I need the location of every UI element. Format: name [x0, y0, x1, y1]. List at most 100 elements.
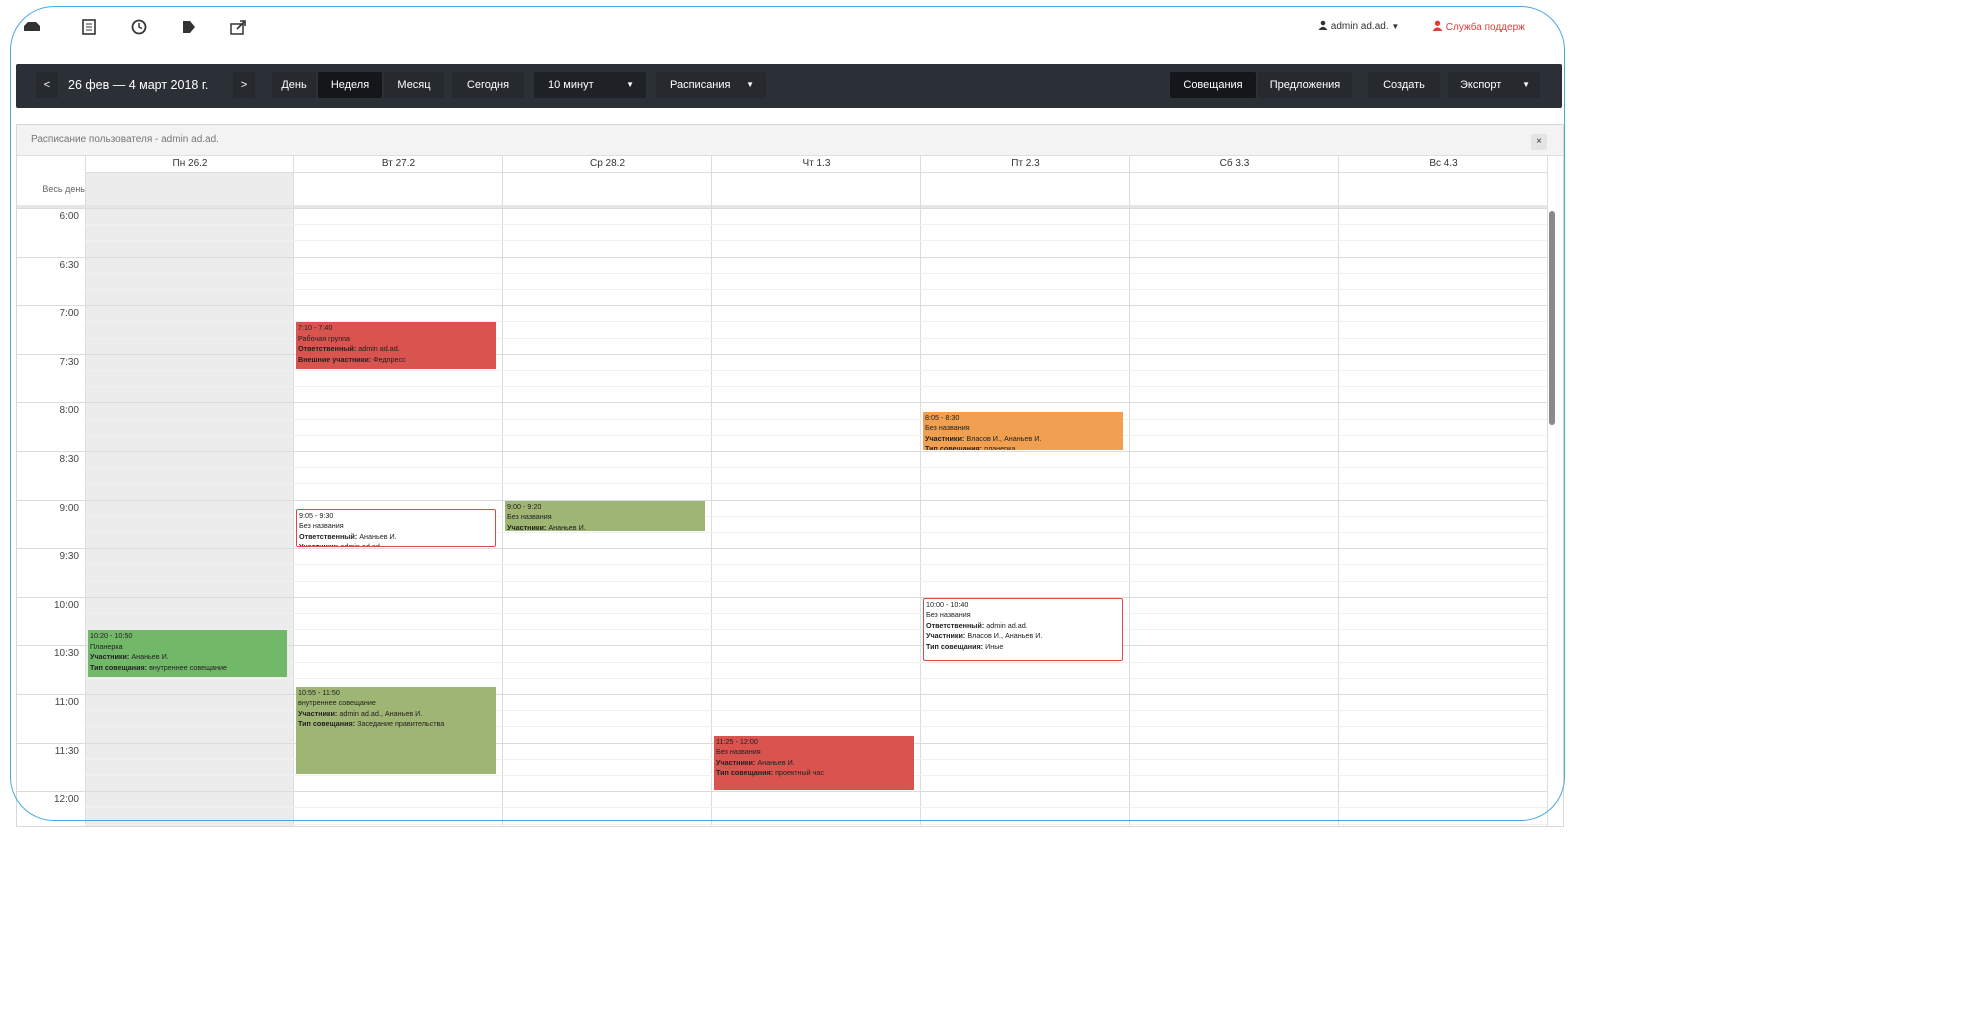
- time-label: 7:30: [59, 356, 79, 368]
- allday-cell[interactable]: [85, 173, 294, 205]
- event-field: Ответственный: admin ad.ad.: [926, 621, 1120, 632]
- time-label: 6:00: [59, 211, 79, 222]
- event-field-label: Тип совещания:: [298, 719, 356, 729]
- slot-line: [17, 256, 1547, 258]
- inbox-icon[interactable]: [22, 18, 42, 36]
- meetings-button[interactable]: Совещания: [1170, 72, 1256, 98]
- event-field-value: admin ad.ad., Ананьев И.: [337, 708, 423, 718]
- view-day-button[interactable]: День: [272, 72, 316, 98]
- slot-line: [17, 208, 1547, 209]
- export-dropdown[interactable]: Экспорт ▼: [1448, 72, 1540, 98]
- slot-line: [85, 240, 1547, 242]
- event-time: 10:55 - 11:50: [298, 687, 340, 697]
- allday-cell[interactable]: [711, 173, 921, 205]
- slot-line: [85, 564, 1547, 566]
- calendar-event[interactable]: 9:05 - 9:30 Без названия Ответственный: Ан…: [296, 508, 496, 548]
- event-field-value: Заседание правительства: [355, 719, 445, 729]
- slot-line: [85, 289, 1547, 290]
- event-field: Ответственный: Ананьев И.: [299, 532, 493, 543]
- event-field-label: Участники:: [298, 708, 338, 718]
- day-header[interactable]: Вт 27.2: [293, 155, 503, 173]
- event-field-value: admin ad.ad.: [356, 344, 400, 354]
- event-field-label: Участники:: [925, 433, 965, 443]
- allday-cell[interactable]: [1129, 173, 1339, 205]
- allday-cell[interactable]: [502, 173, 712, 205]
- slot-line: [85, 434, 1547, 436]
- event-field: Ответственный: admin ad.ad.: [298, 344, 494, 355]
- event-field: Участники: Ананьев И.: [90, 652, 285, 663]
- panel-title: Расписание пользователя - admin ad.ad.: [31, 134, 219, 145]
- user-menu[interactable]: admin ad.ad. ▼: [1318, 20, 1399, 32]
- monday-column-bg: [85, 208, 293, 826]
- calendar-event[interactable]: 11:25 - 12:00 Без названия Участники: Анан…: [714, 735, 914, 791]
- event-field-value: Ананьев И.: [129, 652, 169, 662]
- slot-line: [85, 807, 1547, 809]
- day-header[interactable]: Вс 4.3: [1338, 155, 1548, 173]
- create-button[interactable]: Создать: [1368, 72, 1440, 98]
- event-field-label: Участники:: [507, 522, 547, 531]
- day-header[interactable]: Пн 26.2: [85, 155, 294, 173]
- event-field-value: Ананьев И.: [546, 522, 586, 531]
- time-label: 9:30: [59, 551, 79, 563]
- clock-icon[interactable]: [130, 18, 150, 36]
- allday-label: Весь день: [42, 184, 85, 194]
- event-field-value: внутреннее совещание: [147, 662, 227, 672]
- today-button[interactable]: Сегодня: [452, 72, 524, 98]
- event-field-label: Тип совещания:: [926, 641, 984, 651]
- day-header[interactable]: Чт 1.3: [711, 155, 921, 173]
- tag-icon[interactable]: [180, 18, 200, 36]
- event-field-value: Ананьев И.: [357, 531, 397, 541]
- event-field-value: Федпресс: [371, 354, 406, 364]
- event-field-value: Власов И., Ананьев И.: [965, 631, 1043, 641]
- time-label: 9:00: [59, 502, 79, 514]
- support-link[interactable]: Служба поддерж: [1432, 20, 1525, 33]
- calendar-event[interactable]: 10:55 - 11:50 внутреннее совещание Участни…: [296, 686, 496, 774]
- slot-line: [85, 629, 1547, 631]
- slot-line: [17, 548, 1547, 550]
- allday-cell[interactable]: [920, 173, 1130, 205]
- event-field: Участники: Ананьев И.: [716, 758, 912, 769]
- calendar-event[interactable]: 10:00 - 10:40 Без названия Ответственный: …: [923, 597, 1123, 661]
- calendar-event[interactable]: 9:00 - 9:20 Без названия Участники: Ананье…: [505, 500, 705, 531]
- slot-line: [17, 353, 1547, 355]
- user-name: admin ad.ad.: [1330, 21, 1389, 32]
- next-button[interactable]: >: [233, 72, 255, 98]
- share-icon[interactable]: [228, 18, 248, 36]
- interval-dropdown[interactable]: 10 минут ▼: [534, 72, 646, 98]
- slot-line: [17, 791, 1547, 793]
- document-icon[interactable]: [80, 18, 100, 36]
- event-field-label: Ответственный:: [299, 531, 358, 541]
- calendar-event[interactable]: 10:20 - 10:50 Планерка Участники: Ананьев …: [88, 630, 287, 677]
- scrollbar[interactable]: [1549, 211, 1555, 425]
- view-week-button[interactable]: Неделя: [318, 72, 382, 98]
- event-time: 9:05 - 9:30: [299, 510, 334, 520]
- slot-line: [85, 467, 1547, 469]
- caret-down-icon: ▼: [1391, 22, 1400, 31]
- event-title: Планерка: [90, 641, 123, 651]
- slot-line: [17, 451, 1547, 452]
- interval-label: 10 минут: [548, 79, 594, 91]
- calendar-event[interactable]: 7:10 - 7:40 Рабочая группа Ответственный: …: [296, 322, 496, 369]
- event-title: внутреннее совещание: [298, 698, 376, 708]
- schedule-panel: Расписание пользователя - admin ad.ad. ×…: [16, 124, 1564, 827]
- calendar-event[interactable]: 8:05 - 8:30 Без названия Участники: Власов…: [923, 411, 1123, 450]
- slot-line: [85, 418, 1547, 420]
- support-label: Служба поддерж: [1445, 22, 1525, 33]
- event-title: Без названия: [507, 512, 552, 522]
- day-header[interactable]: Сб 3.3: [1129, 155, 1339, 173]
- calendar-toolbar: < 26 фев — 4 март 2018 г. > День Неделя …: [16, 64, 1562, 108]
- time-label: 12:00: [53, 794, 79, 806]
- proposals-button[interactable]: Предложения: [1258, 72, 1352, 98]
- time-label: 10:00: [53, 599, 79, 611]
- allday-cell[interactable]: [293, 173, 503, 205]
- slot-line: [85, 677, 1547, 679]
- event-field: Участники: Власов И., Ананьев И.: [925, 434, 1121, 445]
- prev-button[interactable]: <: [36, 72, 58, 98]
- schedules-dropdown[interactable]: Расписания ▼: [656, 72, 766, 98]
- day-header[interactable]: Ср 28.2: [502, 155, 712, 173]
- allday-cell[interactable]: [1338, 173, 1548, 205]
- view-month-button[interactable]: Месяц: [384, 72, 444, 98]
- event-field-value: admin ad.ad.: [338, 542, 382, 548]
- close-button[interactable]: ×: [1531, 134, 1547, 150]
- day-header[interactable]: Пт 2.3: [920, 155, 1130, 173]
